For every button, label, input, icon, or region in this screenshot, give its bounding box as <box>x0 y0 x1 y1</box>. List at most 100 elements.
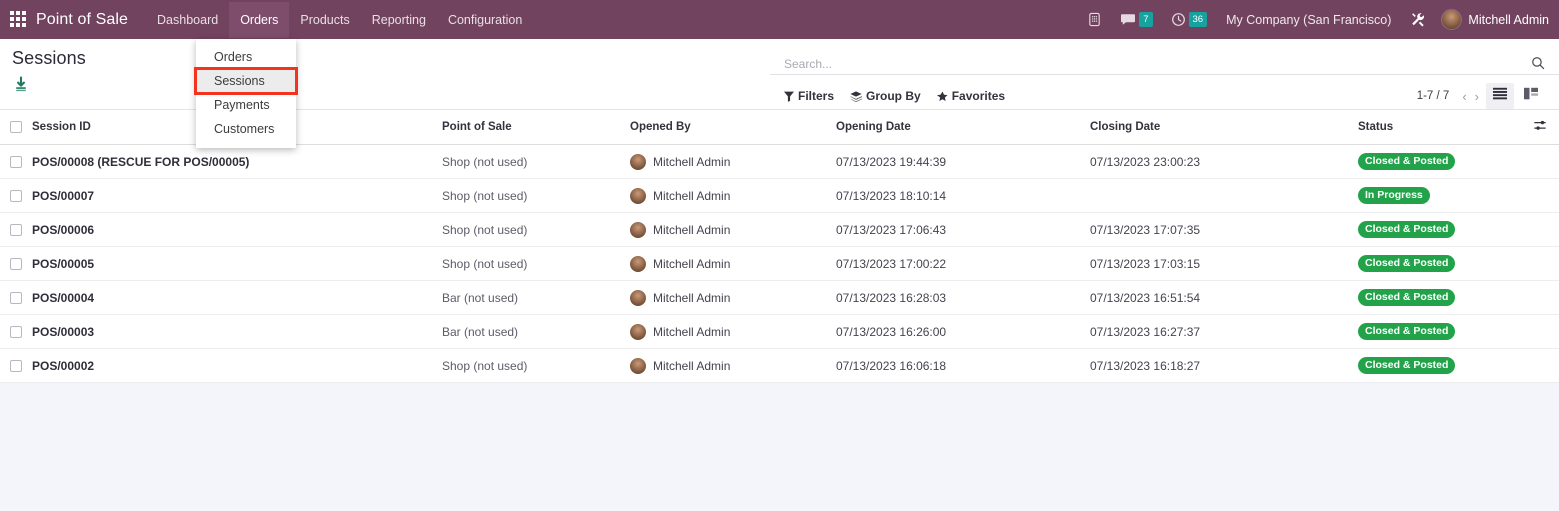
cell-session-id: POS/00003 <box>32 314 442 349</box>
column-header-opening-date[interactable]: Opening Date <box>836 110 1090 145</box>
avatar <box>630 323 646 340</box>
row-select-cell <box>0 144 32 179</box>
messages-counter[interactable]: 7 <box>1120 12 1153 27</box>
cell-opened-by: Mitchell Admin <box>630 178 836 213</box>
pager-count[interactable]: 1-7 / 7 <box>1417 90 1450 102</box>
nav-item-products[interactable]: Products <box>289 2 360 38</box>
table-body: POS/00008 (RESCUE FOR POS/00005) Shop (no… <box>0 144 1559 383</box>
table-row[interactable]: POS/00002 Shop (not used) Mitchell Admin 07… <box>0 348 1559 383</box>
row-select-cell <box>0 212 32 247</box>
cell-closing-date: 07/13/2023 16:18:27 <box>1090 348 1358 383</box>
cell-opened-by: Mitchell Admin <box>630 212 836 247</box>
app-brand-title[interactable]: Point of Sale <box>36 11 128 29</box>
activities-counter[interactable]: 36 <box>1171 12 1208 27</box>
opened-by-label: Mitchell Admin <box>653 290 731 305</box>
nav-item-dashboard[interactable]: Dashboard <box>146 2 229 38</box>
table-row[interactable]: POS/00003 Bar (not used) Mitchell Admin 07/… <box>0 314 1559 349</box>
filter-funnel-icon <box>784 91 794 102</box>
orders-dropdown-menu: Orders Sessions Payments Customers <box>194 39 298 148</box>
cell-optional <box>1518 178 1559 213</box>
dropdown-item-customers[interactable]: Customers <box>196 117 296 141</box>
status-badge: In Progress <box>1358 187 1430 204</box>
status-badge: Closed & Posted <box>1358 357 1456 374</box>
cell-opening-date: 07/13/2023 17:06:43 <box>836 212 1090 247</box>
cell-optional <box>1518 246 1559 281</box>
list-view-button[interactable] <box>1486 83 1514 109</box>
table-row[interactable]: POS/00005 Shop (not used) Mitchell Admin 07… <box>0 246 1559 281</box>
favorites-label: Favorites <box>951 89 1006 103</box>
empty-content-area <box>0 383 1559 511</box>
user-name-label: Mitchell Admin <box>1468 12 1549 27</box>
search-bar <box>770 39 1559 75</box>
download-export-icon[interactable] <box>12 76 32 94</box>
row-checkbox[interactable] <box>10 156 22 169</box>
company-selector[interactable]: My Company (San Francisco) <box>1226 13 1391 27</box>
column-header-status[interactable]: Status <box>1358 110 1518 145</box>
nav-item-configuration[interactable]: Configuration <box>437 2 533 38</box>
cell-point-of-sale: Bar (not used) <box>442 314 630 349</box>
search-icon[interactable] <box>1531 56 1545 74</box>
apps-grid-icon[interactable] <box>10 10 28 29</box>
row-select-cell <box>0 314 32 349</box>
kanban-view-button[interactable] <box>1517 83 1545 109</box>
cell-opening-date: 07/13/2023 16:26:00 <box>836 314 1090 349</box>
cell-point-of-sale: Shop (not used) <box>442 144 630 179</box>
group-by-button[interactable]: Group By <box>850 89 921 103</box>
status-badge: Closed & Posted <box>1358 289 1456 306</box>
dropdown-item-payments[interactable]: Payments <box>196 93 296 117</box>
avatar <box>630 187 646 204</box>
column-header-closing-date[interactable]: Closing Date <box>1090 110 1358 145</box>
sessions-table: Session ID Point of Sale Opened By Openi… <box>0 110 1559 383</box>
chat-bubble-icon <box>1121 13 1136 25</box>
cell-closing-date: 07/13/2023 23:00:23 <box>1090 144 1358 179</box>
cell-point-of-sale: Shop (not used) <box>442 178 630 213</box>
row-select-cell <box>0 348 32 383</box>
cell-status: Closed & Posted <box>1358 246 1518 281</box>
row-checkbox[interactable] <box>10 326 22 339</box>
table-row[interactable]: POS/00007 Shop (not used) Mitchell Admin 07… <box>0 178 1559 213</box>
nav-item-reporting[interactable]: Reporting <box>361 2 437 38</box>
cell-optional <box>1518 144 1559 179</box>
cell-opened-by: Mitchell Admin <box>630 246 836 281</box>
phone-icon[interactable] <box>1087 12 1102 27</box>
dropdown-item-sessions[interactable]: Sessions <box>194 67 298 95</box>
row-checkbox[interactable] <box>10 258 22 271</box>
favorites-button[interactable]: Favorites <box>936 89 1006 103</box>
select-all-checkbox[interactable] <box>10 120 22 133</box>
row-checkbox[interactable] <box>10 292 22 305</box>
search-input[interactable] <box>784 57 1531 74</box>
cell-point-of-sale: Shop (not used) <box>442 246 630 281</box>
filters-label: Filters <box>798 89 835 103</box>
user-menu[interactable]: Mitchell Admin <box>1441 9 1549 30</box>
status-badge: Closed & Posted <box>1358 323 1456 340</box>
list-icon <box>1493 87 1507 105</box>
cell-opening-date: 07/13/2023 18:10:14 <box>836 178 1090 213</box>
control-panel-right: Filters Group By <box>770 39 1559 109</box>
messages-badge: 7 <box>1139 12 1153 27</box>
cell-opening-date: 07/13/2023 17:00:22 <box>836 246 1090 281</box>
wrench-screwdriver-icon[interactable] <box>1410 12 1426 28</box>
activities-badge: 36 <box>1188 12 1208 27</box>
cell-status: Closed & Posted <box>1358 144 1518 179</box>
sliders-icon[interactable] <box>1534 119 1547 135</box>
row-checkbox[interactable] <box>10 360 22 373</box>
chevron-left-icon[interactable]: ‹ <box>1458 89 1470 104</box>
row-checkbox[interactable] <box>10 190 22 203</box>
table-row[interactable]: POS/00004 Bar (not used) Mitchell Admin 07/… <box>0 280 1559 315</box>
control-panel-left: Sessions <box>0 39 770 109</box>
opened-by-label: Mitchell Admin <box>653 222 731 237</box>
cell-closing-date: 07/13/2023 17:07:35 <box>1090 212 1358 247</box>
cell-opened-by: Mitchell Admin <box>630 144 836 179</box>
chevron-right-icon[interactable]: › <box>1471 89 1483 104</box>
dropdown-item-orders[interactable]: Orders <box>196 45 296 69</box>
table-row[interactable]: POS/00006 Shop (not used) Mitchell Admin 07… <box>0 212 1559 247</box>
filters-button[interactable]: Filters <box>784 89 834 103</box>
nav-item-orders[interactable]: Orders <box>229 1 290 38</box>
column-header-opened-by[interactable]: Opened By <box>630 110 836 145</box>
column-header-point-of-sale[interactable]: Point of Sale <box>442 110 630 145</box>
control-panel-actions: Filters Group By Favorites 1-7 / 7 ‹ › <box>770 75 1559 109</box>
row-checkbox[interactable] <box>10 224 22 237</box>
status-badge: Closed & Posted <box>1358 221 1456 238</box>
cell-closing-date <box>1090 178 1358 213</box>
table-row[interactable]: POS/00008 (RESCUE FOR POS/00005) Shop (no… <box>0 144 1559 179</box>
